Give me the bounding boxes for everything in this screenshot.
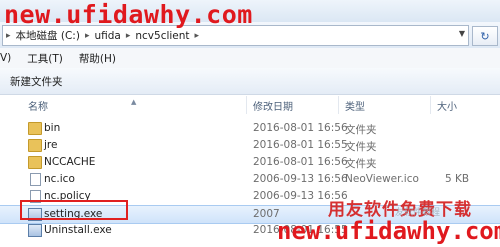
exe-icon <box>28 224 42 237</box>
watermark-top-url: new.ufidawhy.com <box>4 0 253 29</box>
menu-bar: V) 工具(T) 帮助(H) <box>0 48 500 69</box>
ico-file-icon <box>30 173 41 186</box>
column-modified[interactable]: 修改日期 <box>253 98 293 113</box>
file-name: nc.ico <box>44 173 75 185</box>
file-modified: 2006-09-13 16:56 <box>253 173 348 185</box>
folder-icon <box>28 122 42 135</box>
new-folder-button[interactable]: 新建文件夹 <box>10 74 63 89</box>
menu-tools[interactable]: 工具(T) <box>27 51 63 66</box>
menu-help[interactable]: 帮助(H) <box>79 51 116 66</box>
file-name: NCCACHE <box>44 156 96 168</box>
file-modified: 2016-08-01 16:56 <box>253 156 348 168</box>
file-row-nc-ico[interactable]: nc.ico 2006-09-13 16:56 NeoViewer.ico 5 … <box>0 171 500 188</box>
file-type: 文件夹 <box>345 158 377 170</box>
file-modified: 2007 <box>253 208 280 220</box>
column-name[interactable]: 名称 <box>28 98 48 113</box>
file-modified: 2016-08-01 16:56 <box>253 122 348 134</box>
column-header: ▲ 名称 修改日期 类型 大小 <box>0 96 500 114</box>
sort-ascending-icon: ▲ <box>131 98 137 106</box>
file-name: jre <box>44 139 58 151</box>
column-type[interactable]: 类型 <box>345 98 365 113</box>
file-type: 文件夹 <box>345 141 377 153</box>
file-row-nccache[interactable]: NCCACHE 2016-08-01 16:56 文件夹 <box>0 154 500 171</box>
address-dropdown-icon[interactable]: ▼ <box>459 29 465 38</box>
command-toolbar: 新建文件夹 <box>0 68 500 95</box>
folder-icon <box>28 156 42 169</box>
file-row-bin[interactable]: bin 2016-08-01 16:56 文件夹 <box>0 120 500 137</box>
column-divider[interactable] <box>338 96 339 114</box>
breadcrumb-chevron-icon[interactable]: ▸ <box>123 31 134 41</box>
file-row-jre[interactable]: jre 2016-08-01 16:55 文件夹 <box>0 137 500 154</box>
annotation-highlight-box <box>20 200 128 220</box>
breadcrumb-chevron-icon[interactable]: ▸ <box>192 31 203 41</box>
refresh-button[interactable]: ↻ <box>472 26 498 46</box>
breadcrumb-local-disk[interactable]: 本地磁盘 (C:) <box>14 28 82 43</box>
breadcrumb-root-chevron-icon[interactable]: ▸ <box>3 31 14 41</box>
menu-view[interactable]: V) <box>0 52 11 64</box>
watermark-bottom-url: new.ufidawhy.com <box>277 217 500 245</box>
column-size[interactable]: 大小 <box>437 98 457 113</box>
file-type: NeoViewer.ico <box>345 173 419 185</box>
file-name: bin <box>44 122 61 134</box>
refresh-icon: ↻ <box>480 29 490 43</box>
column-divider[interactable] <box>430 96 431 114</box>
column-divider[interactable] <box>246 96 247 114</box>
file-modified: 2016-08-01 16:55 <box>253 139 348 151</box>
breadcrumb-ufida[interactable]: ufida <box>92 30 122 42</box>
file-size: 5 KB <box>445 173 470 185</box>
breadcrumb-ncv5client[interactable]: ncv5client <box>133 30 191 42</box>
breadcrumb-chevron-icon[interactable]: ▸ <box>82 31 93 41</box>
file-name: Uninstall.exe <box>44 224 112 236</box>
file-type: 文件夹 <box>345 124 377 136</box>
folder-icon <box>28 139 42 152</box>
